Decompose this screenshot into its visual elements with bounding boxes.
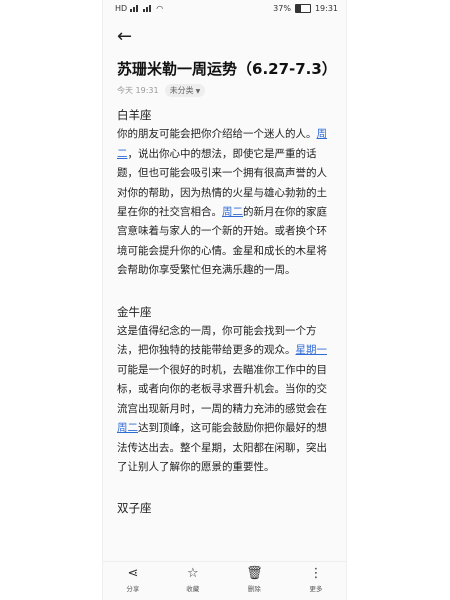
category-label: 未分类	[169, 86, 194, 95]
text-run: 可能是一个很好的时机，去瞄准你工作中的目标，或者向你的老板寻求晋升机会。当你的交…	[117, 363, 327, 415]
link-monday[interactable]: 星期一	[296, 344, 328, 356]
delete-label: 删除	[247, 585, 261, 593]
battery-icon	[294, 4, 311, 13]
category-dropdown[interactable]: 未分类 ▼	[164, 84, 206, 97]
status-bar: HD ◠ 37% 19:31	[103, 0, 346, 18]
battery-fill	[295, 5, 302, 12]
section-text-taurus: 这是值得纪念的一周，你可能会找到一个方法，把你独特的技能带给更多的观众。星期一可…	[117, 322, 335, 477]
text-run: 你的朋友可能会把你介绍给一个迷人的人。	[117, 128, 317, 141]
favorite-label: 收藏	[186, 585, 200, 593]
section-text-aries: 你的朋友可能会把你介绍给一个迷人的人。周二，说出你心中的想法，即使它是严重的话题…	[117, 125, 335, 280]
more-button[interactable]: ⋮ 更多	[309, 566, 323, 594]
more-label: 更多	[309, 585, 323, 593]
trash-icon: 🗑	[246, 566, 263, 581]
back-arrow-icon[interactable]: ←	[117, 28, 137, 46]
star-icon: ☆	[186, 566, 199, 581]
battery-percent: 37%	[273, 4, 291, 13]
share-icon: ⋖	[127, 566, 139, 581]
section-heading-taurus: 金牛座	[117, 304, 152, 319]
wifi-icon: ◠	[156, 4, 164, 13]
favorite-button[interactable]: ☆ 收藏	[186, 566, 200, 594]
page-title: 苏珊米勒一周运势（6.27-7.3）	[117, 60, 337, 78]
chevron-down-icon: ▼	[195, 88, 201, 95]
text-run: 达到顶峰，这可能会鼓励你把你最好的想法传达出去。整个星期，太阳都在闲聊，突出了让…	[117, 422, 327, 473]
link-tuesday-3[interactable]: 周二	[117, 422, 138, 434]
signal-icon	[130, 5, 140, 12]
carrier-label: HD	[115, 4, 128, 13]
share-button[interactable]: ⋖ 分享	[126, 566, 140, 594]
share-label: 分享	[126, 585, 140, 593]
status-right: 37% 19:31	[273, 4, 338, 13]
delete-button[interactable]: 🗑 删除	[246, 566, 263, 594]
section-heading-aries: 白羊座	[117, 108, 152, 122]
note-date: 今天 19:31	[117, 86, 159, 95]
more-dots-icon: ⋮	[309, 566, 323, 581]
text-run: 这是值得纪念的一周，你可能会找到一个方法，把你独特的技能带给更多的观众。	[117, 325, 317, 357]
note-meta: 今天 19:31 未分类 ▼	[117, 84, 206, 97]
link-tuesday-2[interactable]: 周二	[222, 206, 243, 218]
section-heading-gemini: 双子座	[117, 501, 152, 516]
bottom-toolbar: ⋖ 分享 ☆ 收藏 🗑 删除 ⋮ 更多	[103, 561, 346, 600]
note-screen: HD ◠ 37% 19:31 ← 苏珊米勒一周运势（6.27-7.3） 今天 1…	[102, 0, 347, 600]
note-body: 白羊座 你的朋友可能会把你介绍给一个迷人的人。周二，说出你心中的想法，即使它是严…	[117, 106, 335, 519]
clock: 19:31	[314, 4, 338, 13]
signal-icon-2	[143, 5, 153, 12]
status-left: HD ◠	[115, 4, 163, 13]
